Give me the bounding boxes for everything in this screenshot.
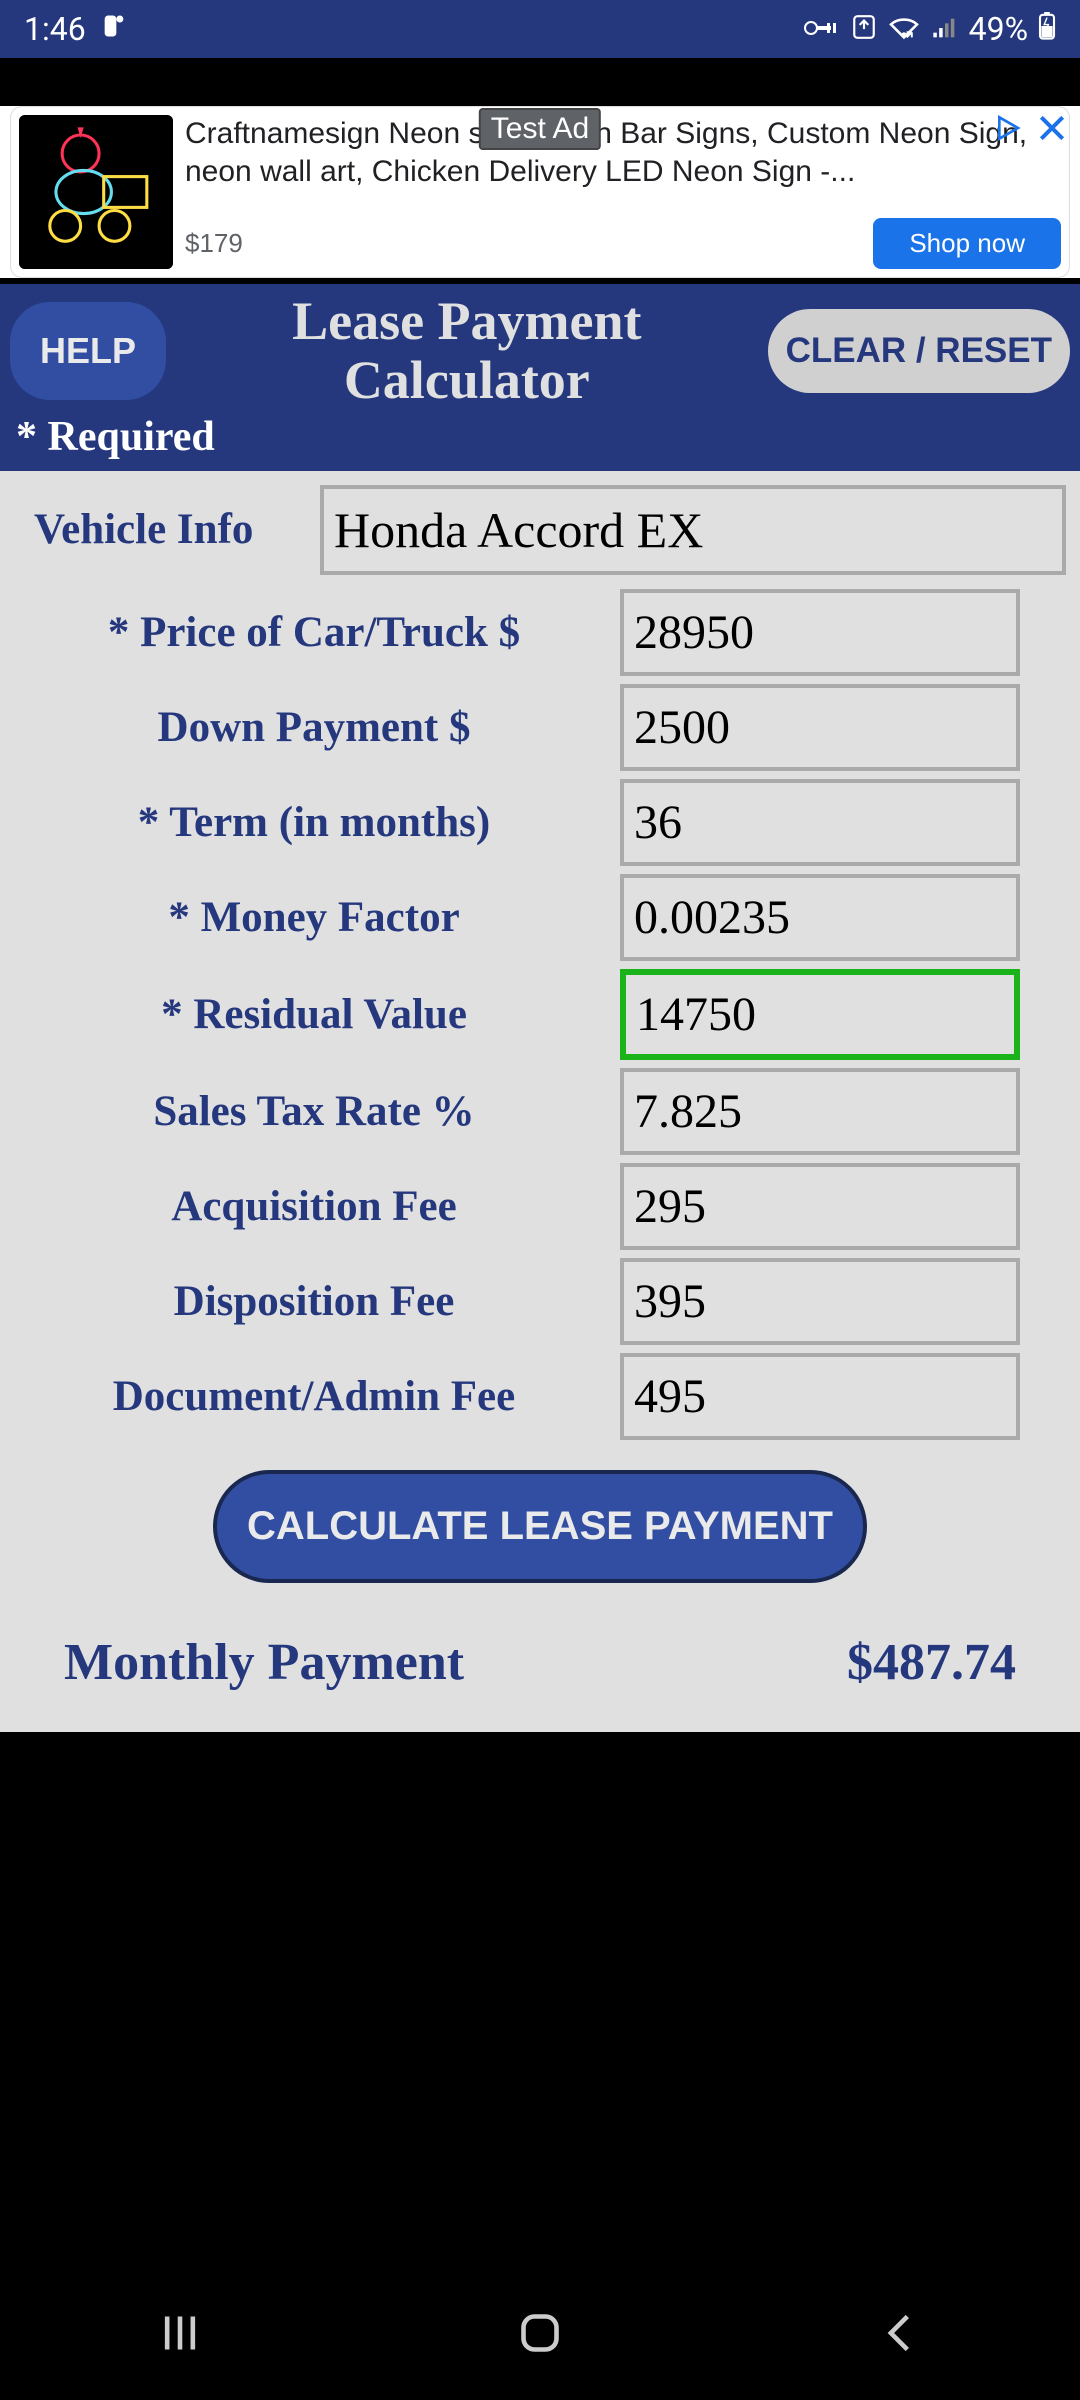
document-fee-input[interactable] xyxy=(620,1353,1020,1440)
term-label: * Term (in months) xyxy=(14,798,614,847)
disposition-fee-label: Disposition Fee xyxy=(14,1277,614,1326)
recents-button[interactable] xyxy=(158,2311,202,2360)
ad-price: $179 xyxy=(185,228,243,259)
shop-now-button[interactable]: Shop now xyxy=(873,218,1061,269)
battery-percent: 49% xyxy=(969,10,1028,48)
signal-icon xyxy=(931,10,959,48)
monthly-payment-value: $487.74 xyxy=(847,1633,1016,1692)
ad-banner: Test Ad Craftnamesign Neon sign, Neon Ba… xyxy=(0,106,1080,278)
acquisition-fee-input[interactable] xyxy=(620,1163,1020,1250)
residual-value-label: * Residual Value xyxy=(14,990,614,1039)
price-input[interactable] xyxy=(620,589,1020,676)
form-area: Vehicle Info * Price of Car/Truck $ Down… xyxy=(0,471,1080,1732)
vehicle-info-input[interactable] xyxy=(320,485,1066,575)
update-icon xyxy=(851,10,877,48)
status-time: 1:46 xyxy=(24,10,86,48)
term-input[interactable] xyxy=(620,779,1020,866)
money-factor-input[interactable] xyxy=(620,874,1020,961)
home-button[interactable] xyxy=(518,2311,562,2360)
required-note: * Required xyxy=(10,411,1070,467)
status-bar: 1:46 49% xyxy=(0,0,1080,58)
sales-tax-label: Sales Tax Rate % xyxy=(14,1087,614,1136)
test-ad-badge: Test Ad xyxy=(479,108,601,150)
wifi-icon xyxy=(887,10,921,48)
acquisition-fee-label: Acquisition Fee xyxy=(14,1182,614,1231)
monthly-payment-label: Monthly Payment xyxy=(64,1633,464,1692)
down-payment-label: Down Payment $ xyxy=(14,703,614,752)
app-header: HELP Lease Payment Calculator CLEAR / RE… xyxy=(0,284,1080,471)
ad-close-icon[interactable] xyxy=(1036,112,1068,149)
ad-thumbnail xyxy=(19,115,173,269)
down-payment-input[interactable] xyxy=(620,684,1020,771)
app-indicator-icon xyxy=(100,10,128,48)
app-title: Lease Payment Calculator xyxy=(184,292,750,411)
sales-tax-input[interactable] xyxy=(620,1068,1020,1155)
battery-icon xyxy=(1038,10,1056,48)
ad-title: Craftnamesign Neon sign, Neon Bar Signs,… xyxy=(185,115,1061,190)
residual-value-input[interactable] xyxy=(620,969,1020,1060)
price-label: * Price of Car/Truck $ xyxy=(14,608,614,657)
system-nav-bar xyxy=(0,2270,1080,2400)
ad-info-icon[interactable] xyxy=(994,112,1026,149)
document-fee-label: Document/Admin Fee xyxy=(14,1372,614,1421)
clear-reset-button[interactable]: CLEAR / RESET xyxy=(768,309,1070,393)
disposition-fee-input[interactable] xyxy=(620,1258,1020,1345)
money-factor-label: * Money Factor xyxy=(14,893,614,942)
vehicle-info-label: Vehicle Info xyxy=(14,505,314,554)
back-button[interactable] xyxy=(878,2311,922,2360)
calculate-button[interactable]: CALCULATE LEASE PAYMENT xyxy=(213,1470,867,1583)
help-button[interactable]: HELP xyxy=(10,302,166,400)
vpn-icon xyxy=(803,10,841,48)
